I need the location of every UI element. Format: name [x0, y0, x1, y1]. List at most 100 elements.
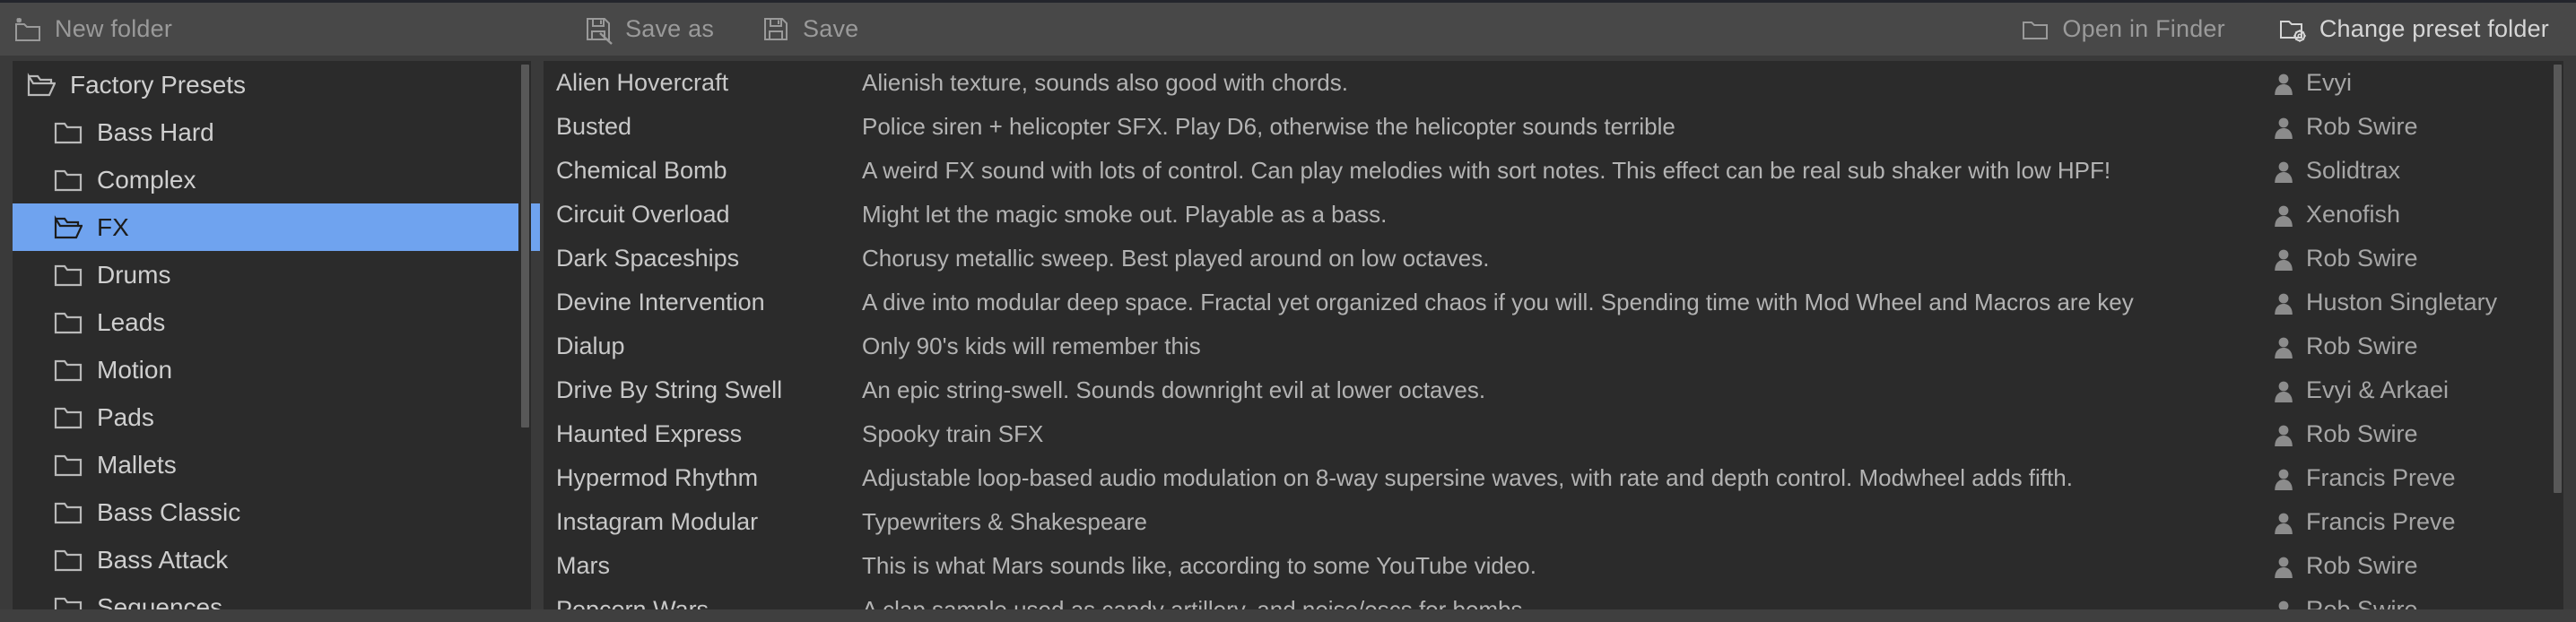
preset-description: An epic string-swell. Sounds downright e…: [862, 376, 1486, 403]
sidebar-item-factory-presets[interactable]: Factory Presets: [13, 61, 531, 108]
preset-name: Hypermod Rhythm: [556, 464, 759, 491]
preset-author-name: Rob Swire: [2306, 596, 2418, 609]
person-icon: [2273, 511, 2294, 534]
save-button[interactable]: Save: [748, 2, 871, 57]
change-preset-folder-button[interactable]: Change preset folder: [2265, 2, 2562, 57]
preset-row[interactable]: Circuit Overload Might let the magic smo…: [544, 193, 2551, 237]
sidebar-item-complex[interactable]: Complex: [13, 156, 531, 203]
preset-author: Francis Preve: [2273, 508, 2551, 536]
preset-author: Francis Preve: [2273, 464, 2551, 492]
save-as-button[interactable]: Save as: [570, 2, 727, 57]
preset-row[interactable]: Drive By String Swell An epic string-swe…: [544, 368, 2551, 412]
person-icon: [2273, 291, 2294, 315]
person-icon: [2273, 599, 2294, 609]
preset-name: Devine Intervention: [556, 289, 765, 315]
preset-description: A weird FX sound with lots of control. C…: [862, 157, 2111, 184]
preset-description: This is what Mars sounds like, according…: [862, 552, 1536, 579]
folder-closed-icon: [54, 310, 83, 334]
folder-closed-icon: [54, 358, 83, 382]
preset-author-name: Rob Swire: [2306, 552, 2418, 579]
folder-open-icon: [54, 215, 83, 239]
preset-name: Haunted Express: [556, 420, 743, 447]
folder-tree-item-label: Pads: [97, 402, 154, 431]
open-in-finder-label: Open in Finder: [2062, 15, 2225, 42]
save-as-label: Save as: [625, 15, 715, 42]
preset-name: Alien Hovercraft: [556, 69, 729, 96]
sidebar-item-sequences[interactable]: Sequences: [13, 583, 531, 609]
preset-row[interactable]: Mars This is what Mars sounds like, acco…: [544, 544, 2551, 588]
preset-name: Mars: [556, 552, 610, 579]
preset-author: Xenofish: [2273, 201, 2551, 229]
folder-closed-icon: [54, 548, 83, 572]
person-icon: [2273, 423, 2294, 446]
preset-author-name: Solidtrax: [2306, 157, 2401, 184]
preset-row[interactable]: Haunted Express Spooky train SFX Rob Swi…: [544, 412, 2551, 456]
person-icon: [2273, 467, 2294, 490]
open-in-finder-button[interactable]: Open in Finder: [2007, 2, 2237, 57]
preset-row[interactable]: Hypermod Rhythm Adjustable loop-based au…: [544, 456, 2551, 500]
sidebar-item-motion[interactable]: Motion: [13, 346, 531, 393]
folder-tree[interactable]: Factory Presets Bass Hard Complex FX Dru…: [13, 61, 531, 609]
preset-author-name: Xenofish: [2306, 201, 2401, 228]
preset-author-name: Rob Swire: [2306, 245, 2418, 272]
preset-browser: Factory Presets Bass Hard Complex FX Dru…: [0, 56, 2576, 622]
preset-name: Popcorn Wars: [556, 596, 709, 609]
preset-name: Dark Spaceships: [556, 245, 740, 272]
preset-row[interactable]: Popcorn Wars A clap sample used as candy…: [544, 588, 2551, 609]
preset-name: Drive By String Swell: [556, 376, 783, 403]
preset-author-name: Rob Swire: [2306, 420, 2418, 447]
preset-name: Chemical Bomb: [556, 157, 727, 184]
folder-tree-item-label: Mallets: [97, 450, 177, 479]
folder-tree-item-label: Leads: [97, 307, 166, 336]
sidebar-selection-marker: [531, 203, 540, 251]
preset-author: Rob Swire: [2273, 596, 2551, 609]
new-folder-icon: [13, 14, 43, 45]
preset-name: Dialup: [556, 333, 625, 359]
preset-row[interactable]: Busted Police siren + helicopter SFX. Pl…: [544, 105, 2551, 149]
person-icon: [2273, 72, 2294, 95]
person-icon: [2273, 116, 2294, 139]
preset-row[interactable]: Instagram Modular Typewriters & Shakespe…: [544, 500, 2551, 544]
preset-author: Evyi & Arkaei: [2273, 376, 2551, 404]
preset-name: Busted: [556, 113, 632, 140]
preset-description: Chorusy metallic sweep. Best played arou…: [862, 245, 1490, 272]
sidebar-item-pads[interactable]: Pads: [13, 393, 531, 441]
preset-description: Spooky train SFX: [862, 420, 1044, 447]
preset-author: Evyi: [2273, 69, 2551, 97]
preset-description: Typewriters & Shakespeare: [862, 508, 1147, 535]
folder-closed-icon: [54, 405, 83, 429]
new-folder-button[interactable]: New folder: [0, 2, 185, 57]
sidebar-item-bass-attack[interactable]: Bass Attack: [13, 536, 531, 583]
preset-description: Might let the magic smoke out. Playable …: [862, 201, 1388, 228]
folder-closed-icon: [54, 120, 83, 144]
preset-author: Rob Swire: [2273, 245, 2551, 272]
sidebar-item-drums[interactable]: Drums: [13, 251, 531, 298]
folder-closed-icon: [54, 500, 83, 524]
sidebar-item-fx[interactable]: FX: [13, 203, 531, 251]
preset-author-name: Rob Swire: [2306, 113, 2418, 140]
folder-closed-icon: [54, 595, 83, 609]
preset-name: Circuit Overload: [556, 201, 730, 228]
sidebar-item-bass-hard[interactable]: Bass Hard: [13, 108, 531, 156]
folder-icon: [2020, 14, 2050, 45]
person-icon: [2273, 247, 2294, 271]
new-folder-label: New folder: [55, 15, 173, 42]
preset-list[interactable]: Alien Hovercraft Alienish texture, sound…: [544, 61, 2551, 609]
sidebar-item-mallets[interactable]: Mallets: [13, 441, 531, 488]
folder-closed-icon: [54, 168, 83, 192]
preset-row[interactable]: Devine Intervention A dive into modular …: [544, 281, 2551, 324]
person-icon: [2273, 379, 2294, 402]
person-icon: [2273, 335, 2294, 359]
preset-row[interactable]: Dark Spaceships Chorusy metallic sweep. …: [544, 237, 2551, 281]
preset-author: Rob Swire: [2273, 113, 2551, 141]
sidebar-scrollbar-thumb[interactable]: [521, 65, 529, 428]
preset-author: Rob Swire: [2273, 420, 2551, 448]
preset-row[interactable]: Chemical Bomb A weird FX sound with lots…: [544, 149, 2551, 193]
sidebar-item-leads[interactable]: Leads: [13, 298, 531, 346]
preset-author: Huston Singletary: [2273, 289, 2551, 316]
preset-author-name: Francis Preve: [2306, 464, 2456, 491]
list-scrollbar-thumb[interactable]: [2554, 65, 2562, 493]
preset-row[interactable]: Dialup Only 90's kids will remember this…: [544, 324, 2551, 368]
sidebar-item-bass-classic[interactable]: Bass Classic: [13, 488, 531, 536]
preset-row[interactable]: Alien Hovercraft Alienish texture, sound…: [544, 61, 2551, 105]
